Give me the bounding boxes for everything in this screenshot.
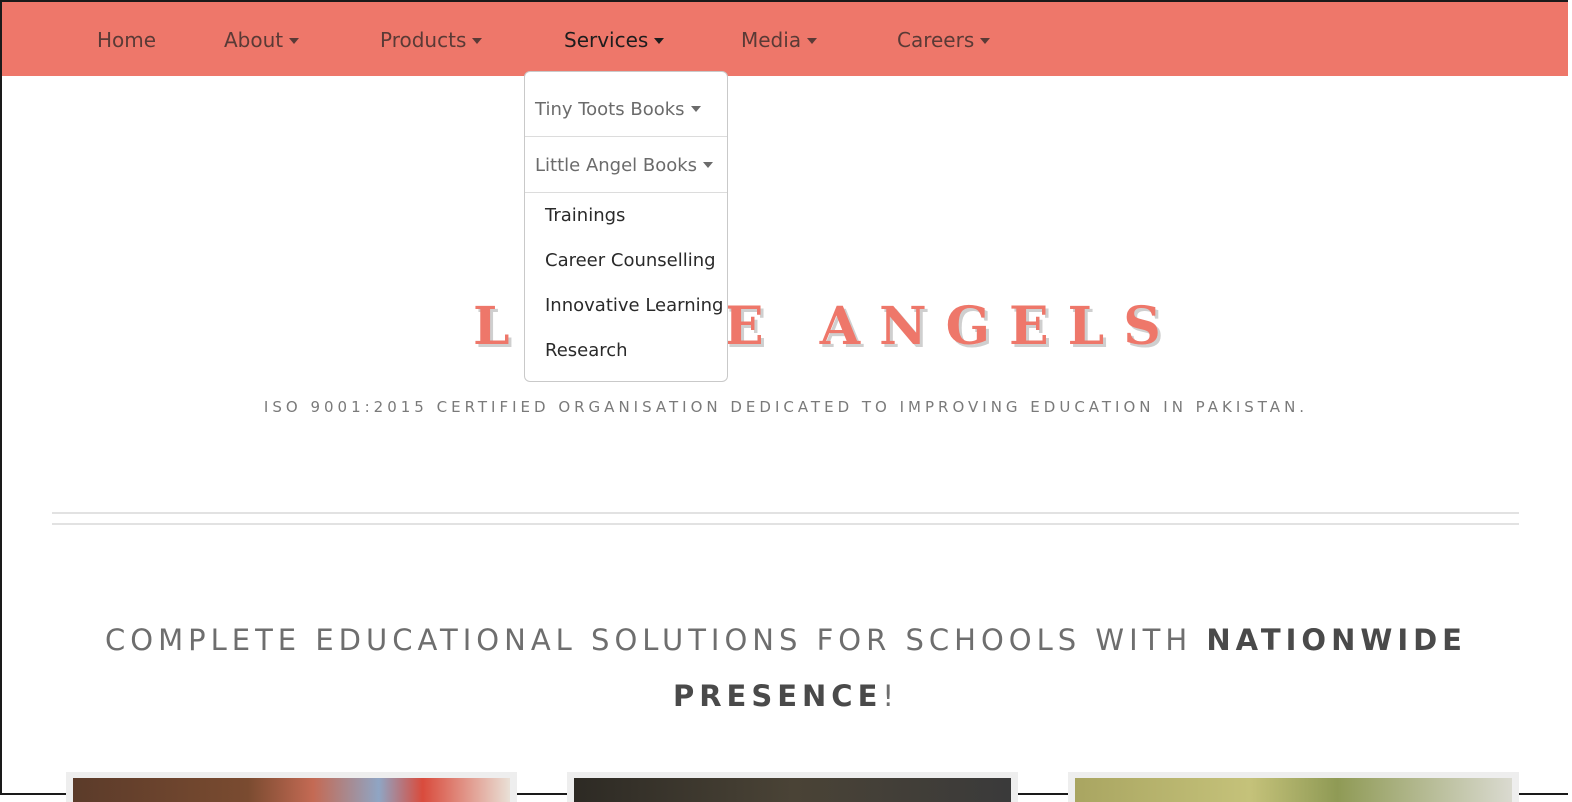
nav-products[interactable]: Products (380, 2, 483, 76)
chevron-down-icon (289, 38, 300, 44)
nav-services-label: Services (564, 28, 649, 52)
divider (52, 512, 1519, 514)
submenu-little-angel-books[interactable]: Little Angel Books (525, 138, 727, 193)
chevron-down-icon (472, 38, 483, 44)
nav-media[interactable]: Media (741, 2, 818, 76)
divider (52, 523, 1519, 525)
top-navbar: Home About Products Services Media Caree… (2, 2, 1568, 76)
headline: COMPLETE EDUCATIONAL SOLUTIONS FOR SCHOO… (0, 612, 1572, 724)
brand-title-left: L (473, 296, 510, 357)
submenu-tiny-toots-books[interactable]: Tiny Toots Books (525, 82, 727, 137)
services-dropdown-menu: Tiny Toots Books Little Angel Books Trai… (524, 71, 728, 382)
nav-about[interactable]: About (224, 2, 300, 76)
chevron-down-icon (980, 38, 991, 44)
nav-about-label: About (224, 28, 284, 52)
nav-services[interactable]: Services (564, 2, 665, 76)
nav-careers-label: Careers (897, 28, 975, 52)
menu-item-research[interactable]: Research (545, 340, 628, 361)
brand-title-right: E ANGELS (724, 296, 1180, 357)
headline-text: COMPLETE EDUCATIONAL SOLUTIONS FOR SCHOO… (105, 623, 1207, 657)
chevron-down-icon (690, 106, 701, 112)
chevron-down-icon (807, 38, 818, 44)
card-image (574, 778, 1011, 802)
menu-item-career-counselling[interactable]: Career Counselling (545, 250, 716, 271)
chevron-down-icon (654, 38, 665, 44)
menu-item-trainings[interactable]: Trainings (545, 205, 625, 226)
nav-products-label: Products (380, 28, 467, 52)
nav-home-label: Home (97, 28, 157, 52)
card-image (73, 778, 510, 802)
service-card[interactable] (66, 772, 517, 802)
headline-bold: NATIONWIDE (1206, 623, 1467, 657)
headline-suffix: ! (882, 679, 900, 713)
card-image (1075, 778, 1512, 802)
submenu-label: Little Angel Books (535, 155, 698, 176)
chevron-down-icon (703, 162, 714, 168)
service-card[interactable] (567, 772, 1018, 802)
nav-careers[interactable]: Careers (897, 2, 991, 76)
nav-media-label: Media (741, 28, 802, 52)
submenu-label: Tiny Toots Books (535, 99, 685, 120)
service-card[interactable] (1068, 772, 1519, 802)
menu-item-innovative-learning[interactable]: Innovative Learning (545, 295, 723, 316)
nav-home[interactable]: Home (97, 2, 156, 76)
headline-bold: PRESENCE (672, 679, 883, 713)
tagline: ISO 9001:2015 CERTIFIED ORGANISATION DED… (263, 398, 1309, 416)
